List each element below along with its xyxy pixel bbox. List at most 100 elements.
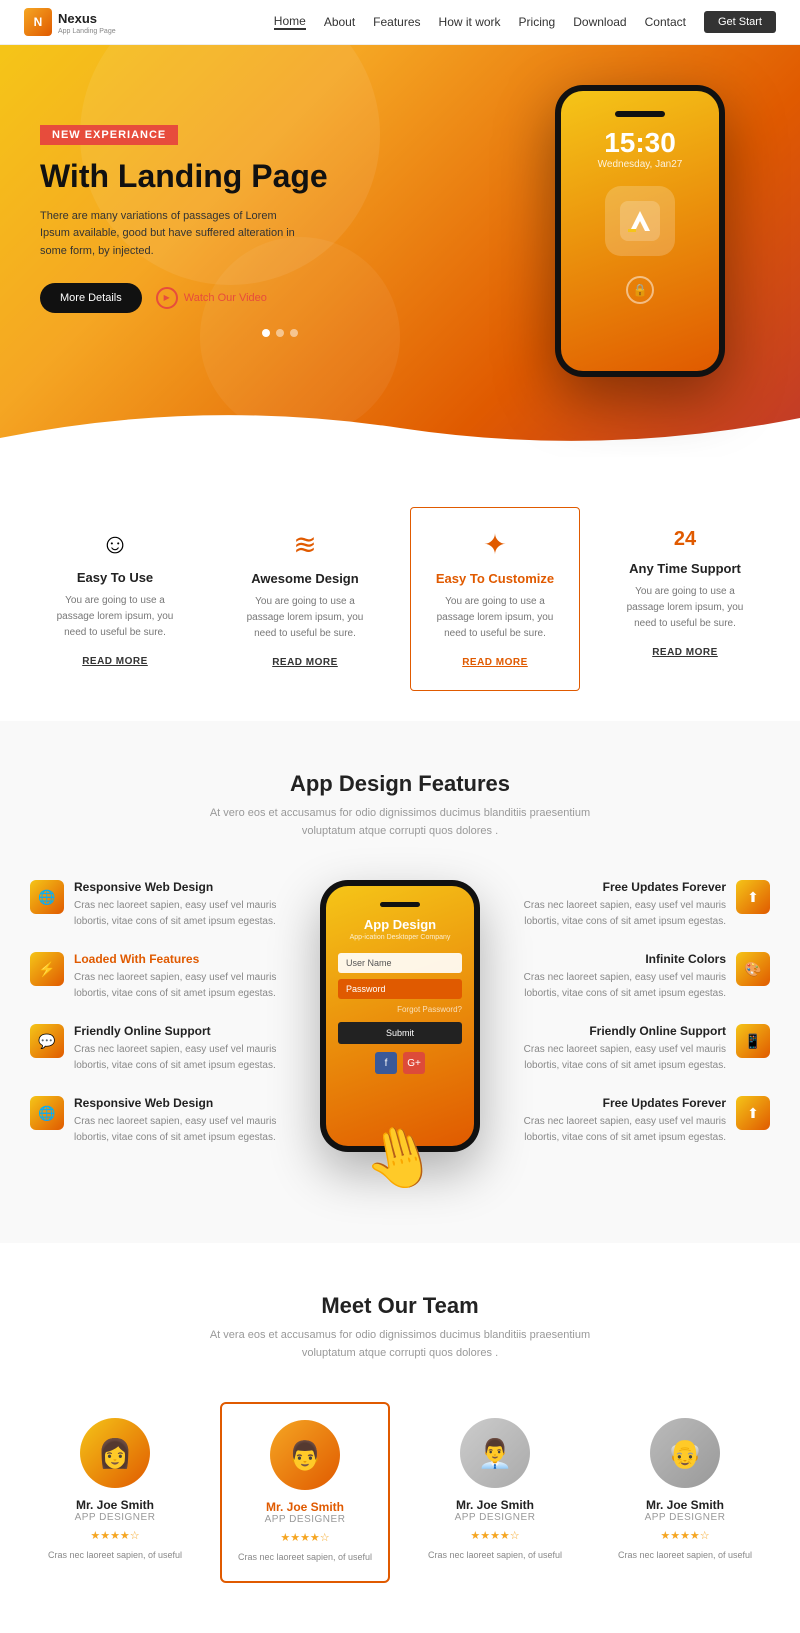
app-features-grid: 🌐 Responsive Web Design Cras nec laoreet… [30,880,770,1193]
hand-area: 🤚 [320,1122,480,1193]
ri-icon-1: ⬆ [736,880,770,914]
awesome-icon: ≋ [235,528,375,561]
features-right-col: ⬆ Free Updates Forever Cras nec laoreet … [520,880,770,1146]
nav-features[interactable]: Features [373,15,420,29]
ri-icon-2: 🎨 [736,952,770,986]
phone2-sub: App-ication Desktoper Company [338,934,462,941]
phone2-username: User Name [338,953,462,973]
team-desc-4: Cras nec laoreet sapien, of useful [610,1548,760,1562]
team-grid: 👩 Mr. Joe Smith APP DESIGNER ★★★★☆ Cras … [30,1402,770,1582]
phone-date: Wednesday, Jan27 [575,159,705,170]
hero-badge: NEW EXPERIANCE [40,125,178,145]
phone2-password: Password [338,979,462,999]
fi-icon-3: 💬 [30,1024,64,1058]
team-subtitle: At vera eos et accusamus for odio dignis… [190,1327,610,1362]
nav-download[interactable]: Download [573,15,626,29]
google-icon: G+ [403,1052,425,1074]
hero-desc: There are many variations of passages of… [40,208,300,261]
phone-time: 15:30 [575,127,705,159]
nav-contact[interactable]: Contact [645,15,686,29]
feature-support: 24 Any Time Support You are going to use… [600,507,770,691]
center-phone-area: App Design App-ication Desktoper Company… [300,880,500,1193]
customize-icon: ✦ [425,528,565,561]
features-grid: ☺ Easy To Use You are going to use a pas… [30,507,770,691]
app-features-title: App Design Features [30,771,770,797]
app-features-section: App Design Features At vero eos et accus… [0,721,800,1243]
fi-icon-1: 🌐 [30,880,64,914]
dot-2[interactable] [276,329,284,337]
team-name-3: Mr. Joe Smith [420,1498,570,1512]
nav-how[interactable]: How it work [439,15,501,29]
phone2-wrapper: App Design App-ication Desktoper Company… [320,880,480,1193]
stars-4: ★★★★☆ [610,1529,760,1542]
avatar-4: 👴 [650,1418,720,1488]
team-desc-2: Cras nec laoreet sapien, of useful [232,1550,378,1564]
team-card-1: 👩 Mr. Joe Smith APP DESIGNER ★★★★☆ Cras … [30,1402,200,1582]
phone2-submit: Submit [338,1022,462,1044]
stars-3: ★★★★☆ [420,1529,570,1542]
fi-text-3: Friendly Online Support Cras nec laoreet… [74,1024,280,1074]
hero-dots [40,329,520,337]
ri-text-2: Infinite Colors Cras nec laoreet sapien,… [520,952,726,1002]
team-name-1: Mr. Joe Smith [40,1498,190,1512]
logo-text: Nexus App Landing Page [58,10,116,35]
phone2-title: App Design [338,917,462,932]
feature-desc-3: You are going to use a passage lorem ips… [425,594,565,642]
team-card-2: 👨 Mr. Joe Smith APP DESIGNER ★★★★☆ Cras … [220,1402,390,1582]
team-name-4: Mr. Joe Smith [610,1498,760,1512]
lock-icon: 🔒 [626,276,654,304]
phone-notch [615,111,665,117]
avatar-2: 👨 [270,1420,340,1490]
right-item-2: 🎨 Infinite Colors Cras nec laoreet sapie… [520,952,770,1002]
logo-icon: N [24,8,52,36]
ri-text-3: Friendly Online Support Cras nec laoreet… [520,1024,726,1074]
dot-1[interactable] [262,329,270,337]
forgot-password: Forgot Password? [338,1005,462,1014]
feature-link-1[interactable]: READ MORE [82,656,148,667]
team-role-1: APP DESIGNER [40,1512,190,1523]
stars-2: ★★★★☆ [232,1531,378,1544]
more-details-button[interactable]: More Details [40,283,142,313]
team-title: Meet Our Team [30,1293,770,1319]
phone-lock: 🔒 [575,276,705,304]
get-start-button[interactable]: Get Start [704,11,776,33]
feature-customize: ✦ Easy To Customize You are going to use… [410,507,580,691]
right-item-3: 📱 Friendly Online Support Cras nec laore… [520,1024,770,1074]
right-item-4: ⬆ Free Updates Forever Cras nec laoreet … [520,1096,770,1146]
fi-text-2: Loaded With Features Cras nec laoreet sa… [74,952,280,1002]
feature-title-2: Awesome Design [235,571,375,586]
feature-desc-4: You are going to use a passage lorem ips… [615,584,755,632]
hero-buttons: More Details ▶ Watch Our Video [40,283,520,313]
fi-text-1: Responsive Web Design Cras nec laoreet s… [74,880,280,930]
hero-section: NEW EXPERIANCE With Landing Page There a… [0,45,800,457]
team-card-3: 👨‍💼 Mr. Joe Smith APP DESIGNER ★★★★☆ Cra… [410,1402,580,1582]
feature-title-4: Any Time Support [615,561,755,576]
nav-links: Home About Features How it work Pricing … [274,11,776,33]
phone2-social: f G+ [338,1052,462,1074]
features-section: ☺ Easy To Use You are going to use a pas… [0,457,800,721]
dot-3[interactable] [290,329,298,337]
watch-video-button[interactable]: ▶ Watch Our Video [156,287,267,309]
feature-awesome: ≋ Awesome Design You are going to use a … [220,507,390,691]
fi-icon-2: ⚡ [30,952,64,986]
features-left-col: 🌐 Responsive Web Design Cras nec laoreet… [30,880,280,1146]
avatar-3: 👨‍💼 [460,1418,530,1488]
nav-about[interactable]: About [324,15,355,29]
team-role-2: APP DESIGNER [232,1514,378,1525]
feature-easy-use: ☺ Easy To Use You are going to use a pas… [30,507,200,691]
nav-home[interactable]: Home [274,14,306,30]
feature-link-3[interactable]: READ MORE [462,657,528,668]
support-icon: 24 [615,528,755,551]
play-icon: ▶ [156,287,178,309]
feature-desc-2: You are going to use a passage lorem ips… [235,594,375,642]
feature-link-4[interactable]: READ MORE [652,647,718,658]
feature-link-2[interactable]: READ MORE [272,657,338,668]
left-item-2: ⚡ Loaded With Features Cras nec laoreet … [30,952,280,1002]
fb-icon: f [375,1052,397,1074]
nav-pricing[interactable]: Pricing [519,15,556,29]
feature-title-3: Easy To Customize [425,571,565,586]
feature-desc-1: You are going to use a passage lorem ips… [45,593,185,641]
hero-phone: 15:30 Wednesday, Jan27 🔒 [520,85,760,377]
ri-text-1: Free Updates Forever Cras nec laoreet sa… [520,880,726,930]
hero-content: NEW EXPERIANCE With Landing Page There a… [40,125,520,336]
